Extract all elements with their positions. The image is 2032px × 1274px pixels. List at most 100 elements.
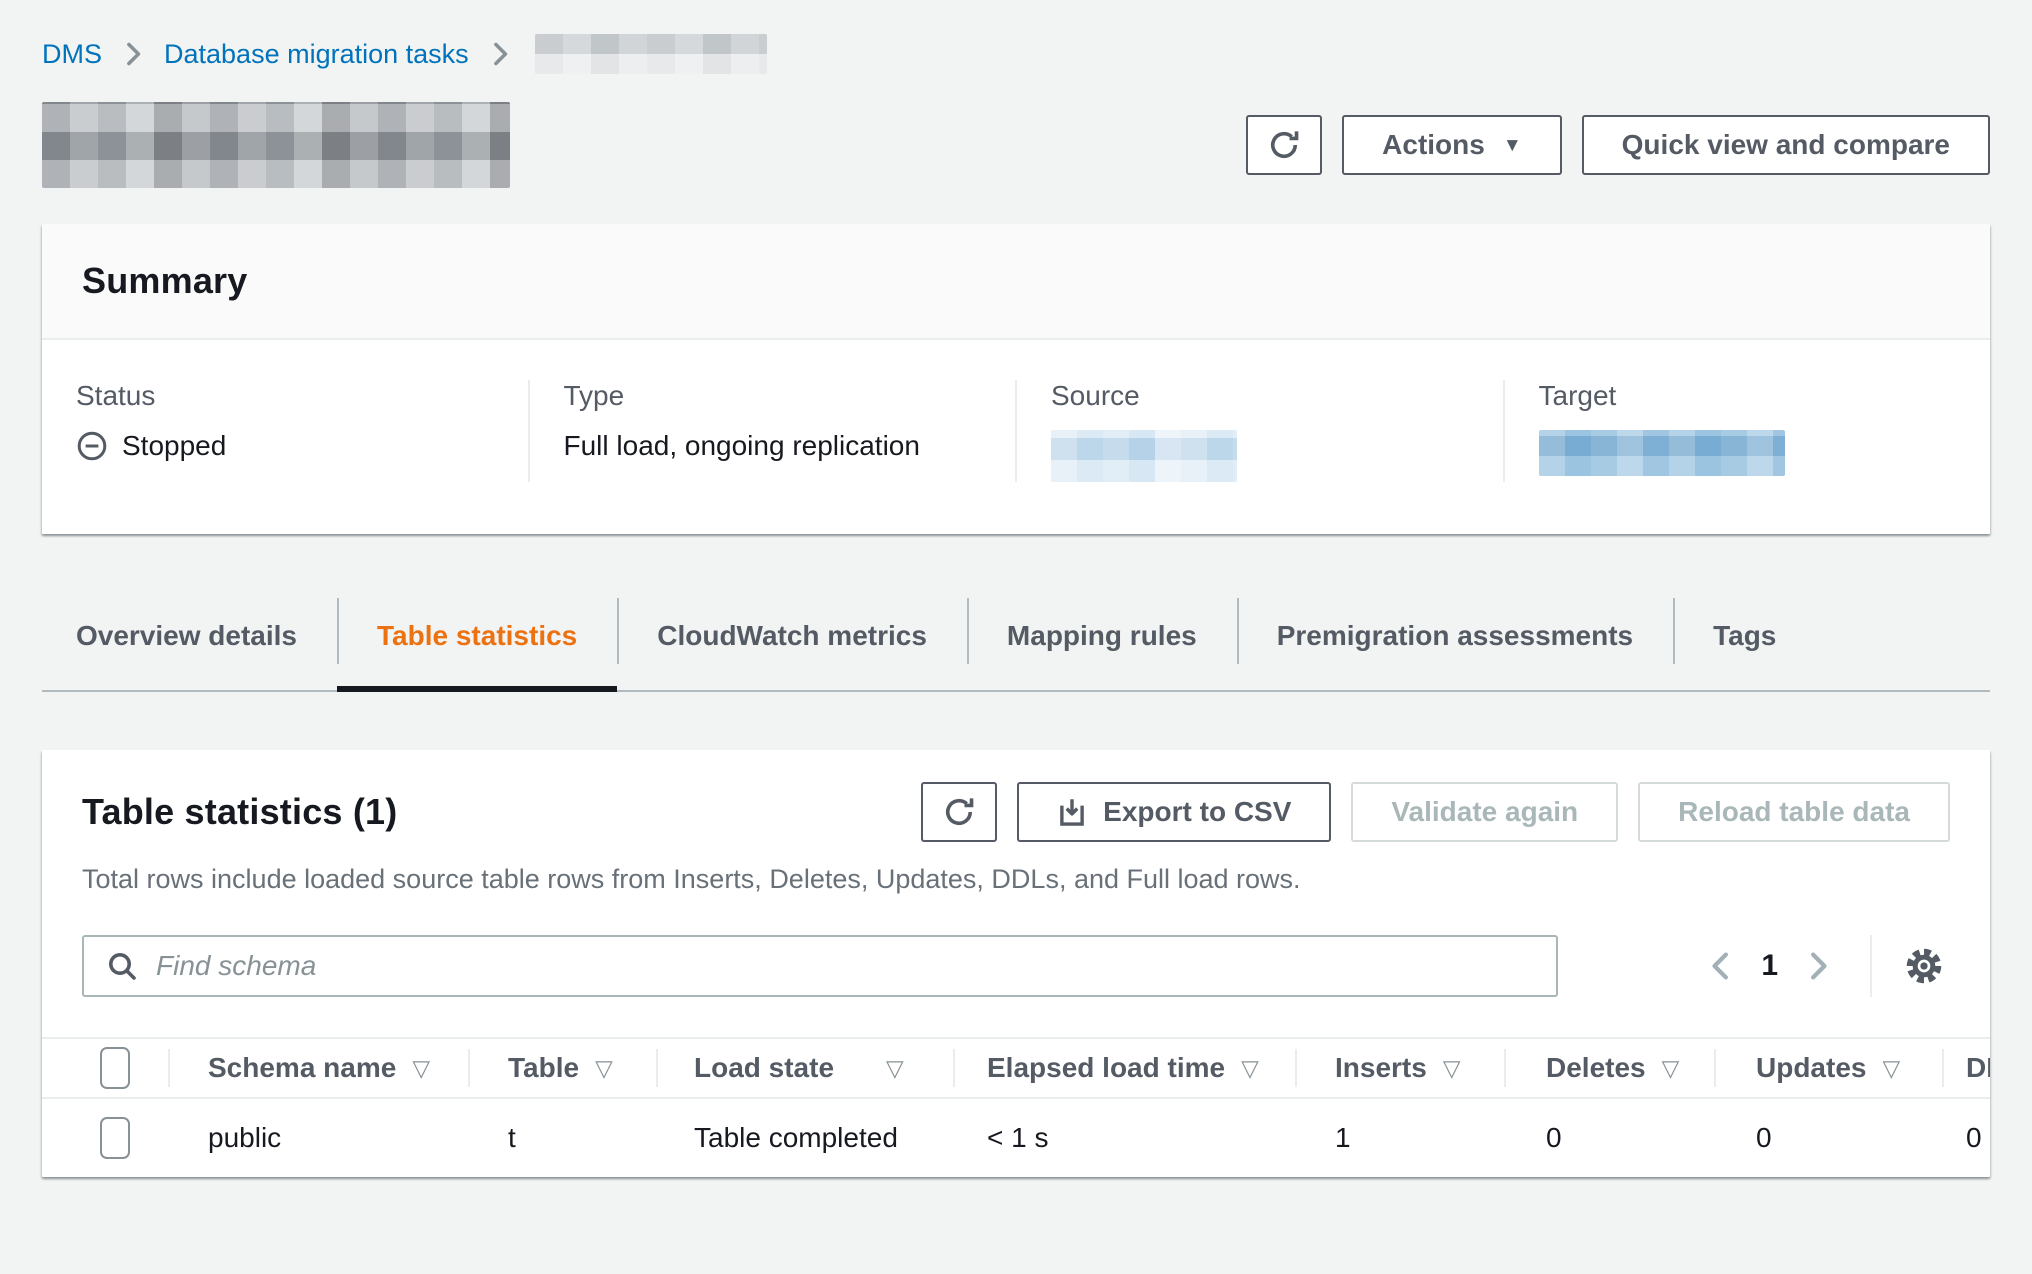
summary-body: Status Stopped Type Full load, ongoing r… xyxy=(42,340,1990,534)
header-toolbar: Actions ▼ Quick view and compare xyxy=(1246,115,1990,175)
sort-down-icon[interactable]: ▽ xyxy=(595,1055,613,1082)
column-label: DDLs xyxy=(1966,1052,1990,1084)
table-row[interactable]: public t Table completed < 1 s 1 0 0 0 xyxy=(42,1099,1990,1177)
pagination: 1 xyxy=(1699,935,1950,997)
refresh-button[interactable] xyxy=(1246,115,1322,175)
cell-inserts: 1 xyxy=(1295,1099,1504,1177)
validate-again-label: Validate again xyxy=(1391,796,1578,828)
column-header-ddls[interactable]: DDLs xyxy=(1942,1039,1990,1097)
type-value: Full load, ongoing replication xyxy=(564,430,1016,462)
export-to-csv-label: Export to CSV xyxy=(1103,796,1291,828)
sort-down-icon[interactable]: ▽ xyxy=(1241,1055,1259,1082)
cell-deletes: 0 xyxy=(1504,1099,1714,1177)
breadcrumb-link-dms[interactable]: DMS xyxy=(42,39,102,70)
status-label: Status xyxy=(76,380,528,412)
tab-table-statistics[interactable]: Table statistics xyxy=(337,596,617,690)
sort-down-icon[interactable]: ▽ xyxy=(1443,1055,1461,1082)
cell-updates: 0 xyxy=(1714,1099,1942,1177)
download-icon xyxy=(1057,797,1087,827)
find-schema-input[interactable] xyxy=(156,937,1534,995)
settings-gear-icon[interactable] xyxy=(1898,940,1950,992)
chevron-right-icon xyxy=(489,39,511,69)
table-statistics-title: Table statistics (1) xyxy=(82,791,397,833)
cell-elapsed-load-time: < 1 s xyxy=(953,1099,1295,1177)
column-header-table[interactable]: Table ▽ xyxy=(468,1039,656,1097)
column-label: Load state xyxy=(694,1052,834,1084)
reload-table-data-button[interactable]: Reload table data xyxy=(1638,782,1950,842)
target-label: Target xyxy=(1539,380,1991,412)
refresh-icon xyxy=(1267,128,1301,162)
chevron-right-icon xyxy=(122,39,144,69)
column-label: Updates xyxy=(1756,1052,1866,1084)
table-controls-row: 1 xyxy=(42,935,1990,997)
refresh-icon xyxy=(942,795,976,829)
summary-panel-header: Summary xyxy=(42,224,1990,340)
table-refresh-button[interactable] xyxy=(921,782,997,842)
page-header: Actions ▼ Quick view and compare xyxy=(42,102,1990,188)
stopped-circle-minus-icon xyxy=(76,430,108,462)
sort-down-icon[interactable]: ▽ xyxy=(1662,1055,1680,1082)
summary-title: Summary xyxy=(82,260,1950,302)
dms-task-page: DMS Database migration tasks Actions xyxy=(0,0,2032,1274)
find-schema-search-box xyxy=(82,935,1558,997)
cell-schema-name: public xyxy=(168,1099,468,1177)
column-header-load-state[interactable]: Load state ▽ xyxy=(656,1039,953,1097)
column-header-updates[interactable]: Updates ▽ xyxy=(1714,1039,1942,1097)
validate-again-button[interactable]: Validate again xyxy=(1351,782,1618,842)
breadcrumb-current-redacted xyxy=(535,34,767,74)
source-endpoint-link-redacted[interactable] xyxy=(1051,430,1237,482)
task-name-redacted xyxy=(42,102,510,188)
breadcrumb-link-tasks[interactable]: Database migration tasks xyxy=(164,39,469,70)
next-page-icon[interactable] xyxy=(1796,944,1840,988)
column-header-schema-name[interactable]: Schema name ▽ xyxy=(168,1039,468,1097)
summary-target-column: Target xyxy=(1503,380,1991,482)
column-header-inserts[interactable]: Inserts ▽ xyxy=(1295,1039,1504,1097)
column-header-deletes[interactable]: Deletes ▽ xyxy=(1504,1039,1714,1097)
table-statistics-actions: Export to CSV Validate again Reload tabl… xyxy=(921,782,1950,842)
actions-button-label: Actions xyxy=(1382,129,1485,161)
sort-down-icon[interactable]: ▽ xyxy=(1882,1055,1900,1082)
table-statistics-header: Table statistics (1) Export to CSV xyxy=(42,782,1990,842)
pager-divider xyxy=(1870,935,1872,997)
type-label: Type xyxy=(564,380,1016,412)
quick-view-compare-button[interactable]: Quick view and compare xyxy=(1582,115,1990,175)
source-label: Source xyxy=(1051,380,1503,412)
cell-load-state: Table completed xyxy=(656,1099,953,1177)
current-page-number[interactable]: 1 xyxy=(1761,949,1778,983)
column-label: Schema name xyxy=(208,1052,396,1084)
table-statistics-description: Total rows include loaded source table r… xyxy=(42,864,1990,895)
sort-down-icon[interactable]: ▽ xyxy=(412,1055,430,1082)
tab-premigration-assessments[interactable]: Premigration assessments xyxy=(1237,596,1673,690)
summary-source-column: Source xyxy=(1015,380,1503,482)
previous-page-icon[interactable] xyxy=(1699,944,1743,988)
reload-table-data-label: Reload table data xyxy=(1678,796,1910,828)
target-endpoint-link-redacted[interactable] xyxy=(1539,430,1785,476)
summary-panel: Summary Status Stopped Type Full load, o… xyxy=(42,224,1990,534)
row-select-cell xyxy=(42,1099,168,1177)
table-statistics-panel: Table statistics (1) Export to CSV xyxy=(42,750,1990,1177)
tab-mapping-rules[interactable]: Mapping rules xyxy=(967,596,1237,690)
summary-status-column: Status Stopped xyxy=(42,380,528,482)
status-text: Stopped xyxy=(122,430,226,462)
row-checkbox[interactable] xyxy=(100,1117,130,1159)
column-label: Elapsed load time xyxy=(987,1052,1225,1084)
export-to-csv-button[interactable]: Export to CSV xyxy=(1017,782,1331,842)
select-all-checkbox[interactable] xyxy=(100,1047,130,1089)
sort-down-icon[interactable]: ▽ xyxy=(886,1055,904,1082)
tab-cloudwatch-metrics[interactable]: CloudWatch metrics xyxy=(617,596,967,690)
summary-type-column: Type Full load, ongoing replication xyxy=(528,380,1016,482)
column-label: Inserts xyxy=(1335,1052,1427,1084)
table-statistics-table: Schema name ▽ Table ▽ Load state ▽ Elaps… xyxy=(42,1037,1990,1177)
tab-tags[interactable]: Tags xyxy=(1673,596,1816,690)
status-value: Stopped xyxy=(76,430,528,462)
column-header-elapsed-load-time[interactable]: Elapsed load time ▽ xyxy=(953,1039,1295,1097)
column-label: Deletes xyxy=(1546,1052,1646,1084)
breadcrumb: DMS Database migration tasks xyxy=(42,0,1990,74)
task-detail-tabs: Overview details Table statistics CloudW… xyxy=(42,596,1990,692)
tab-overview-details[interactable]: Overview details xyxy=(42,596,337,690)
column-label: Table xyxy=(508,1052,579,1084)
cell-ddls: 0 xyxy=(1942,1099,1990,1177)
actions-button[interactable]: Actions ▼ xyxy=(1342,115,1562,175)
search-icon xyxy=(106,950,138,982)
select-all-cell xyxy=(42,1039,168,1097)
